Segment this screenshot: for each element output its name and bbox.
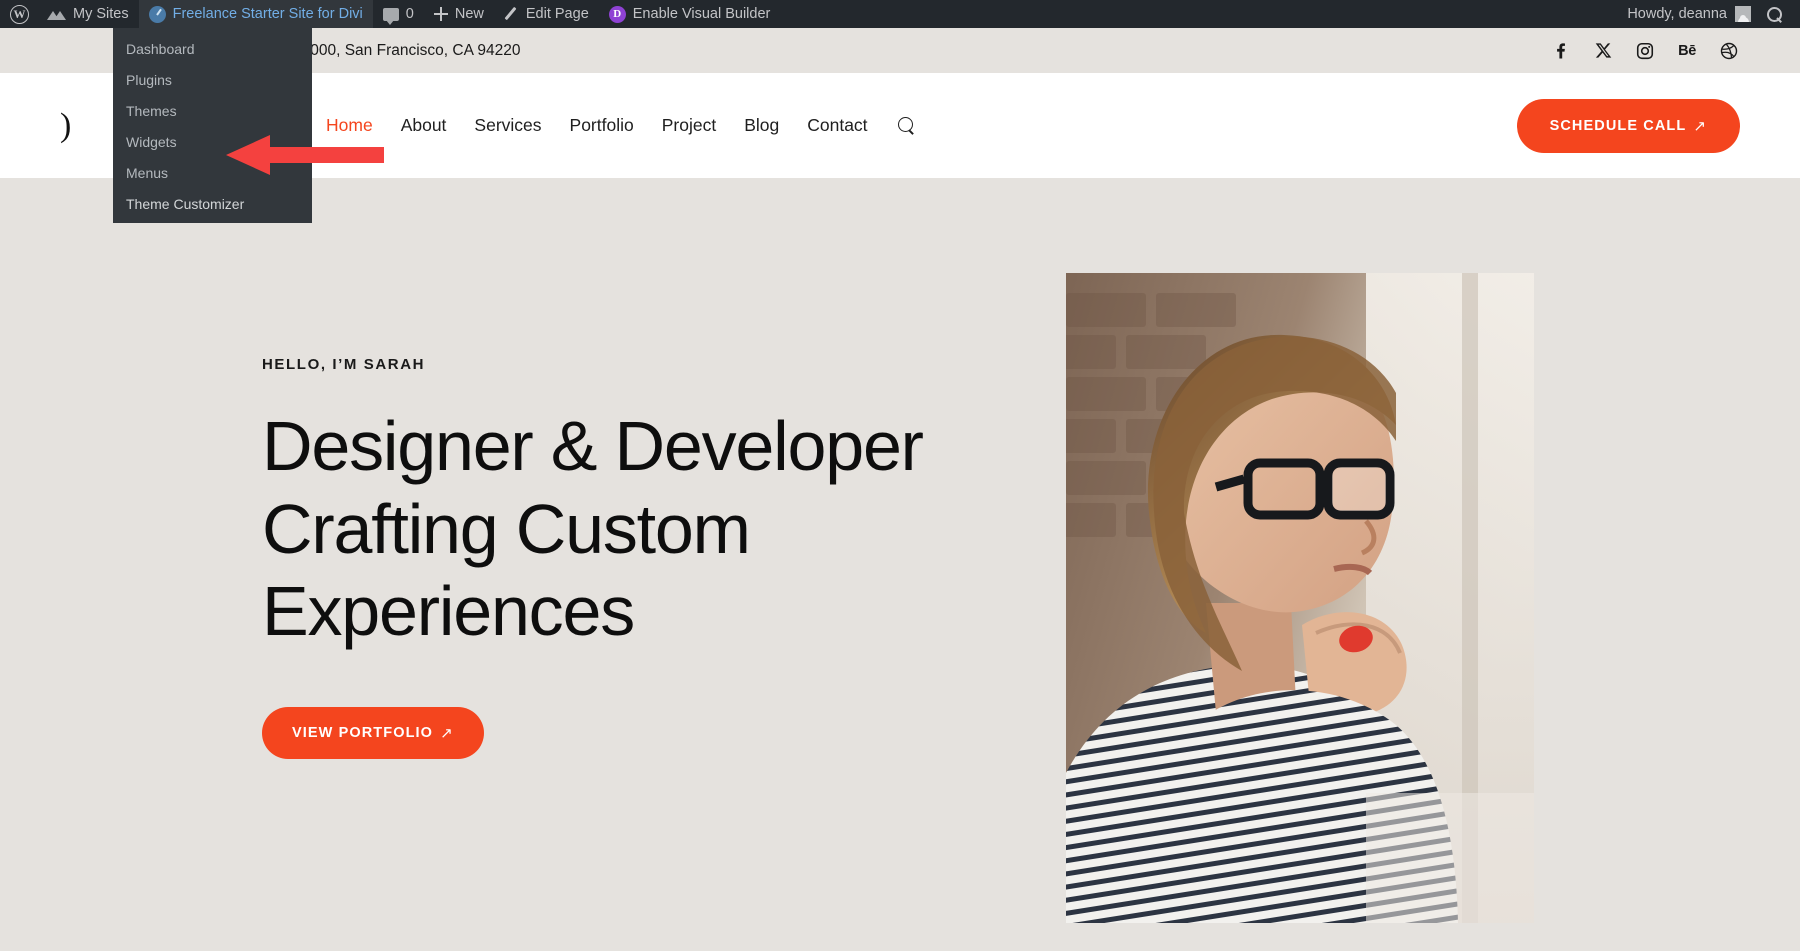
my-sites-menu[interactable]: My Sites	[38, 0, 139, 28]
dropdown-item-theme-customizer[interactable]: Theme Customizer	[113, 189, 312, 220]
view-portfolio-button[interactable]: VIEW PORTFOLIO ↗	[262, 707, 484, 759]
adminbar-right: Howdy, deanna	[1615, 0, 1800, 28]
nav-item-blog[interactable]: Blog	[744, 115, 779, 136]
x-twitter-icon[interactable]	[1593, 41, 1613, 61]
plus-icon	[434, 7, 448, 21]
nav-item-home[interactable]: Home	[326, 115, 373, 136]
new-content-menu[interactable]: New	[424, 0, 494, 28]
new-label: New	[455, 6, 484, 22]
nav-item-contact[interactable]: Contact	[807, 115, 867, 136]
dribbble-icon[interactable]	[1719, 41, 1739, 61]
schedule-call-button[interactable]: SCHEDULE CALL ↗	[1517, 99, 1740, 153]
hero-portrait-image	[1066, 273, 1534, 923]
comments-menu[interactable]: 0	[373, 0, 424, 28]
nav-item-services[interactable]: Services	[474, 115, 541, 136]
wp-admin-bar: W My Sites Freelance Starter Site for Di…	[0, 0, 1800, 28]
sites-icon	[48, 7, 66, 21]
edit-page-button[interactable]: Edit Page	[494, 0, 599, 28]
dropdown-item-plugins[interactable]: Plugins	[113, 65, 312, 96]
avatar	[1735, 6, 1751, 22]
dropdown-item-themes[interactable]: Themes	[113, 96, 312, 127]
enable-visual-builder-button[interactable]: D Enable Visual Builder	[599, 0, 781, 28]
nav-item-about[interactable]: About	[401, 115, 447, 136]
adminbar-search-button[interactable]	[1757, 7, 1800, 22]
site-logo-mark: )	[60, 107, 70, 145]
wordpress-logo-button[interactable]: W	[0, 0, 38, 28]
hero-content: HELLO, I’M SARAH Designer & Developer Cr…	[0, 178, 1060, 951]
site-name-label: Freelance Starter Site for Divi	[173, 6, 363, 22]
arrow-up-right-icon: ↗	[1693, 117, 1707, 135]
wordpress-logo-icon: W	[10, 5, 29, 24]
hero-headline: Designer & Developer Crafting Custom Exp…	[262, 405, 962, 653]
hero-section: HELLO, I’M SARAH Designer & Developer Cr…	[0, 178, 1800, 951]
social-links: Bē	[1551, 41, 1740, 61]
visual-builder-label: Enable Visual Builder	[633, 6, 771, 22]
dropdown-item-menus[interactable]: Menus	[113, 158, 312, 189]
dropdown-item-widgets[interactable]: Widgets	[113, 127, 312, 158]
howdy-label: Howdy, deanna	[1627, 6, 1727, 22]
hero-eyebrow: HELLO, I’M SARAH	[262, 356, 1060, 373]
comment-bubble-icon	[383, 8, 399, 21]
account-menu[interactable]: Howdy, deanna	[1615, 6, 1757, 22]
schedule-call-label: SCHEDULE CALL	[1550, 118, 1687, 134]
my-sites-label: My Sites	[73, 6, 129, 22]
arrow-up-right-icon: ↗	[440, 724, 454, 742]
nav-item-project[interactable]: Project	[662, 115, 716, 136]
site-name-menu[interactable]: Freelance Starter Site for Divi	[139, 0, 373, 28]
search-icon[interactable]	[898, 117, 916, 135]
main-navigation: Home About Services Portfolio Project Bl…	[326, 115, 916, 136]
comments-count: 0	[406, 6, 414, 22]
pencil-icon	[504, 7, 519, 22]
edit-page-label: Edit Page	[526, 6, 589, 22]
search-icon	[1767, 7, 1782, 22]
view-portfolio-label: VIEW PORTFOLIO	[292, 725, 433, 741]
hero-image-column	[1060, 178, 1800, 951]
divi-icon: D	[609, 6, 626, 23]
facebook-icon[interactable]	[1551, 41, 1571, 61]
nav-item-portfolio[interactable]: Portfolio	[570, 115, 634, 136]
adminbar-spacer	[780, 0, 1615, 28]
instagram-icon[interactable]	[1635, 41, 1655, 61]
dropdown-item-dashboard[interactable]: Dashboard	[113, 34, 312, 65]
site-admin-dropdown-menu: Dashboard Plugins Themes Widgets Menus T…	[113, 28, 312, 223]
dashboard-gauge-icon	[149, 6, 166, 23]
behance-icon: Bē	[1677, 41, 1697, 61]
